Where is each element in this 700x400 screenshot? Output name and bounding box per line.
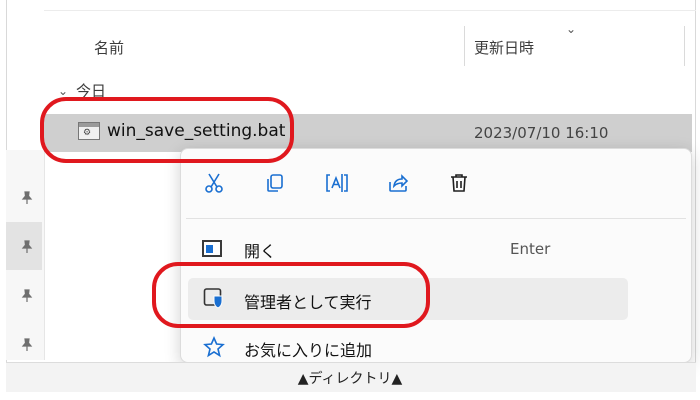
annotation-highlight-file <box>40 97 294 163</box>
directory-caption: ▲ディレクトリ▲ <box>297 371 403 387</box>
share-icon[interactable] <box>383 168 413 198</box>
column-divider[interactable] <box>464 26 465 66</box>
sort-chevron-icon[interactable]: ⌄ <box>566 22 576 36</box>
rename-icon[interactable] <box>322 168 352 198</box>
column-divider[interactable] <box>684 26 685 66</box>
cut-icon[interactable] <box>199 168 229 198</box>
column-header-date[interactable]: 更新日時 <box>474 37 534 58</box>
pin-icon[interactable] <box>19 191 35 207</box>
pin-icon[interactable] <box>19 338 35 354</box>
delete-icon[interactable] <box>444 168 474 198</box>
group-chevron-icon[interactable]: ⌄ <box>58 84 68 98</box>
copy-icon[interactable] <box>260 168 290 198</box>
header-divider <box>44 10 696 11</box>
column-header-name[interactable]: 名前 <box>94 37 124 58</box>
star-icon <box>203 335 225 362</box>
pin-icon[interactable] <box>19 240 35 256</box>
annotation-highlight-run-as-admin <box>152 262 430 328</box>
menu-item-open-shortcut: Enter <box>510 240 551 258</box>
menu-item-add-favorite[interactable]: お気に入りに追加 <box>244 337 372 361</box>
open-icon <box>202 240 222 257</box>
menu-divider <box>186 218 686 219</box>
file-modified-date: 2023/07/10 16:10 <box>474 124 609 142</box>
menu-item-open[interactable]: 開く <box>244 238 276 262</box>
pin-icon[interactable] <box>19 289 35 305</box>
